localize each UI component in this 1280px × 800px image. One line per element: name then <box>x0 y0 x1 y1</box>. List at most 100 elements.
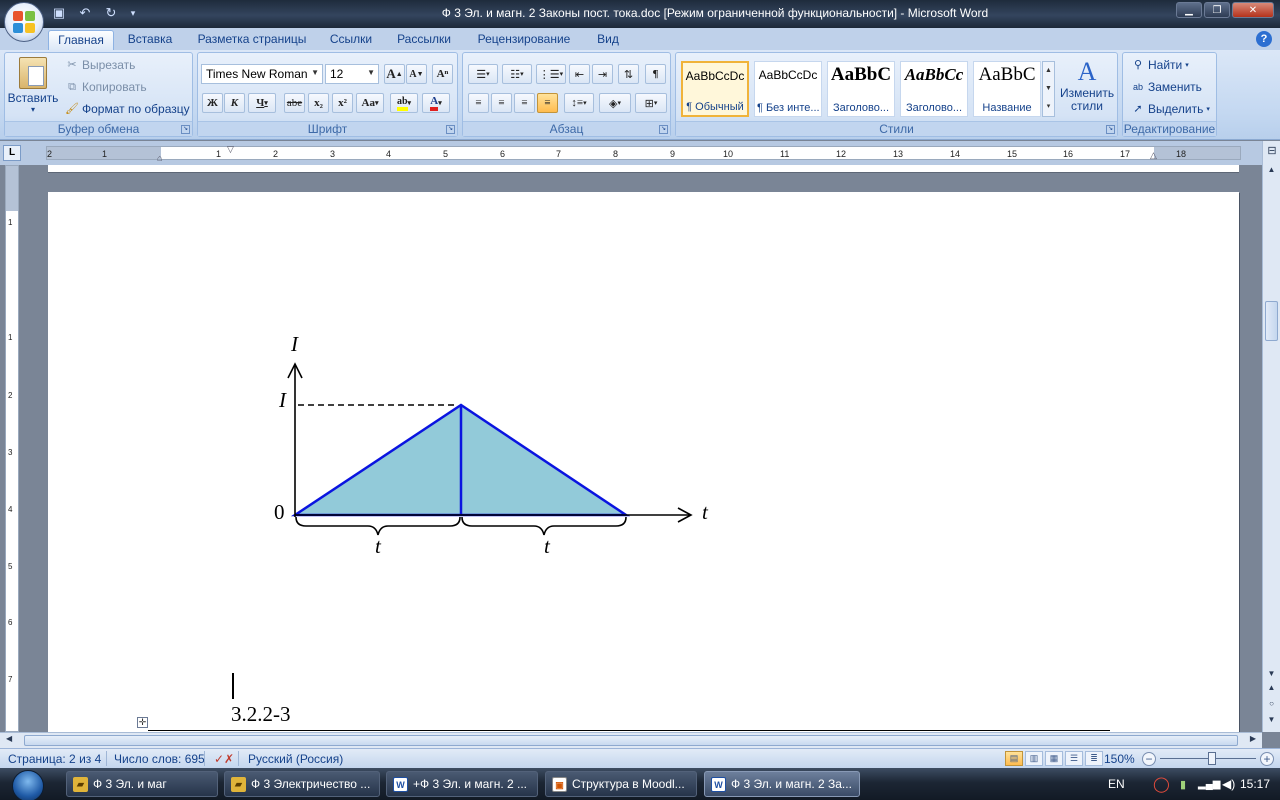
font-launcher-icon[interactable]: ↘ <box>446 125 455 134</box>
help-icon[interactable]: ? <box>1256 31 1272 47</box>
paragraph-launcher-icon[interactable]: ↘ <box>659 125 668 134</box>
justify-button[interactable]: ≡ <box>537 93 558 113</box>
first-line-indent-marker-icon[interactable]: ▽ <box>227 144 234 155</box>
vertical-scrollbar[interactable]: ⊟ ▲ ▼ ▲ ○ ▼ <box>1262 141 1280 732</box>
tab-home[interactable]: Главная <box>48 30 114 50</box>
find-button[interactable]: ⚲ Найти ▾ <box>1131 58 1189 72</box>
right-indent-marker-icon[interactable]: △ <box>1150 150 1157 161</box>
copy-button[interactable]: ⧉ Копировать <box>65 80 147 94</box>
taskbar-item-2[interactable]: ▰ Ф 3 Электричество ... <box>224 771 380 797</box>
decrease-indent-button[interactable]: ⇤ <box>569 64 590 84</box>
table-move-handle-icon[interactable]: ✛ <box>137 717 148 728</box>
volume-icon[interactable]: ◀) <box>1222 768 1235 800</box>
tab-view[interactable]: Вид <box>590 30 626 50</box>
subscript-button[interactable]: x₂ <box>308 93 329 113</box>
word-count-status[interactable]: Число слов: 695 <box>114 752 205 766</box>
tab-selector-button[interactable]: L <box>3 145 21 161</box>
clipboard-launcher-icon[interactable]: ↘ <box>181 125 190 134</box>
style-normal[interactable]: AaBbCcDc ¶ Обычный <box>681 61 749 117</box>
style-title[interactable]: AaBbC Название <box>973 61 1041 117</box>
align-center-button[interactable]: ≡ <box>491 93 512 113</box>
taskbar-item-4[interactable]: ▣ Структура в Moodl... <box>545 771 697 797</box>
minimize-button[interactable]: ▁ <box>1176 2 1202 18</box>
next-page-icon[interactable]: ▼ <box>1265 713 1278 726</box>
taskbar-item-1[interactable]: ▰ Ф 3 Эл. и маг <box>66 771 218 797</box>
borders-button[interactable]: ⊞ ▾ <box>635 93 667 113</box>
select-button[interactable]: ➚ Выделить ▾ <box>1131 102 1209 116</box>
full-screen-reading-view-button[interactable]: ▥ <box>1025 751 1043 766</box>
bullets-button[interactable]: ☰ ▾ <box>468 64 498 84</box>
tab-mailings[interactable]: Рассылки <box>390 30 458 50</box>
zoom-out-icon[interactable]: − <box>1142 752 1156 766</box>
outline-view-button[interactable]: ☰ <box>1065 751 1083 766</box>
web-layout-view-button[interactable]: ▦ <box>1045 751 1063 766</box>
align-right-button[interactable]: ≡ <box>514 93 535 113</box>
network-signal-icon[interactable]: ▂▄▆ <box>1198 768 1220 800</box>
scroll-down-arrow-icon[interactable]: ▼ <box>1265 667 1278 680</box>
language-indicator[interactable]: EN <box>1108 768 1125 800</box>
line-spacing-button[interactable]: ↕≡ ▾ <box>564 93 594 113</box>
zoom-slider-thumb[interactable] <box>1208 752 1216 765</box>
vertical-scroll-thumb[interactable] <box>1265 301 1278 341</box>
document-area[interactable]: 1 1 2 3 4 5 6 7 I I 0 t t t 3.2.2-3 ✛ <box>0 165 1262 732</box>
bold-button[interactable]: Ж <box>202 93 223 113</box>
change-styles-button[interactable]: A Изменить стили <box>1060 57 1114 113</box>
font-size-combo[interactable]: 12 ▼ <box>325 64 379 84</box>
tab-review[interactable]: Рецензирование <box>468 30 580 50</box>
office-button[interactable] <box>4 2 44 42</box>
italic-button[interactable]: К <box>224 93 245 113</box>
view-ruler-toggle-icon[interactable]: ⊟ <box>1265 145 1279 158</box>
multilevel-list-button[interactable]: ⋮☰ ▾ <box>536 64 566 84</box>
align-left-button[interactable]: ≡ <box>468 93 489 113</box>
format-painter-button[interactable]: 🖌 Формат по образцу <box>65 102 190 116</box>
style-no-spacing[interactable]: AaBbCcDc ¶ Без инте... <box>754 61 822 117</box>
numbering-button[interactable]: ☷ ▾ <box>502 64 532 84</box>
zoom-level[interactable]: 150% <box>1104 752 1135 766</box>
previous-page-icon[interactable]: ▲ <box>1265 681 1278 694</box>
spelling-check-icon[interactable]: ✓✗ <box>214 752 234 766</box>
superscript-button[interactable]: x² <box>332 93 353 113</box>
show-marks-button[interactable]: ¶ <box>645 64 666 84</box>
vertical-ruler[interactable]: 1 1 2 3 4 5 6 7 <box>5 165 19 732</box>
underline-button[interactable]: Ч ▾ <box>248 93 276 113</box>
shading-button[interactable]: ◈ ▾ <box>599 93 631 113</box>
replace-button[interactable]: ab Заменить <box>1131 80 1202 94</box>
scroll-right-arrow-icon[interactable]: ▶ <box>1250 734 1256 743</box>
horizontal-scrollbar[interactable]: ◀ ▶ <box>0 732 1262 748</box>
increase-indent-button[interactable]: ⇥ <box>592 64 613 84</box>
tab-references[interactable]: Ссылки <box>322 30 380 50</box>
paste-button[interactable]: Вставить ▾ <box>8 57 58 114</box>
start-button[interactable] <box>6 770 50 800</box>
draft-view-button[interactable]: ≣ <box>1085 751 1103 766</box>
grow-font-button[interactable]: A ▲ <box>384 64 405 84</box>
browse-object-icon[interactable]: ○ <box>1265 697 1278 710</box>
styles-scroll[interactable]: ▲ ▼ ▾ <box>1042 61 1055 117</box>
styles-launcher-icon[interactable]: ↘ <box>1106 125 1115 134</box>
scroll-up-arrow-icon[interactable]: ▲ <box>1265 163 1278 176</box>
horizontal-ruler[interactable]: 2 1 1 2 3 4 5 6 7 8 9 10 11 12 13 14 15 … <box>46 144 1241 163</box>
zoom-in-icon[interactable]: + <box>1260 752 1274 766</box>
shrink-font-button[interactable]: A ▼ <box>406 64 427 84</box>
maximize-button[interactable]: ❐ <box>1204 2 1230 18</box>
cut-button[interactable]: ✂ Вырезать <box>65 58 135 72</box>
sort-button[interactable]: ⇅ <box>618 64 639 84</box>
font-name-combo[interactable]: Times New Roman ▼ <box>201 64 323 84</box>
tray-app-icon[interactable]: ▮ <box>1180 768 1186 800</box>
font-color-button[interactable]: A ▾ <box>422 93 450 113</box>
tab-page-layout[interactable]: Разметка страницы <box>192 30 312 50</box>
opera-icon[interactable]: ◯ <box>1153 768 1170 800</box>
left-indent-marker-icon[interactable]: ⌂ <box>157 153 162 163</box>
close-button[interactable]: ✕ <box>1232 2 1274 18</box>
highlight-button[interactable]: ab ▾ <box>390 93 418 113</box>
change-case-button[interactable]: Aa ▾ <box>356 93 384 113</box>
strikethrough-button[interactable]: abe <box>284 93 305 113</box>
clock[interactable]: 15:17 <box>1240 768 1270 800</box>
print-layout-view-button[interactable]: ▤ <box>1005 751 1023 766</box>
tab-insert[interactable]: Вставка <box>120 30 180 50</box>
style-heading-2[interactable]: AaBbCc Заголово... <box>900 61 968 117</box>
horizontal-scroll-thumb[interactable] <box>24 735 1238 746</box>
language-status[interactable]: Русский (Россия) <box>248 752 343 766</box>
page-count-status[interactable]: Страница: 2 из 4 <box>8 752 101 766</box>
taskbar-item-3[interactable]: W +Ф 3 Эл. и магн. 2 ... <box>386 771 538 797</box>
taskbar-item-5[interactable]: W Ф 3 Эл. и магн. 2 За... <box>704 771 860 797</box>
